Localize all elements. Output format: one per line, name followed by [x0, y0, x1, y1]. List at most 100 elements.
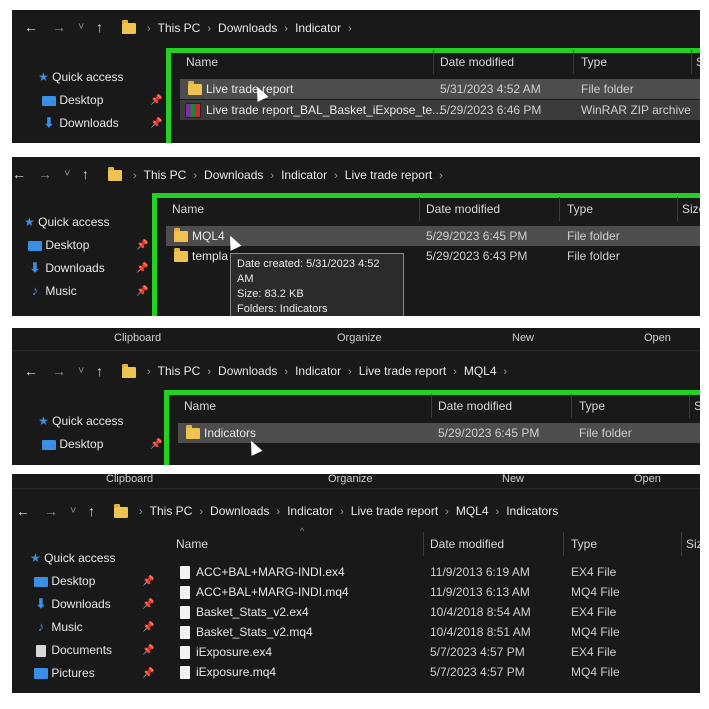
forward-button[interactable]: →	[44, 504, 58, 518]
sidebar-item-documents[interactable]: Documents	[34, 641, 112, 659]
breadcrumb: › This PC › Downloads › Indicator ›	[147, 21, 352, 35]
pin-icon: 📌	[150, 439, 163, 450]
column-header-type[interactable]: Type	[579, 394, 605, 418]
column-header-name[interactable]: Name	[176, 532, 208, 556]
forward-button[interactable]: →	[38, 167, 52, 181]
ribbon-clipboard: Clipboard	[106, 474, 154, 485]
sidebar-item-quick-access[interactable]: ★ Quick access	[38, 412, 123, 430]
list-item[interactable]: ACC+BAL+MARG-INDI.mq4 11/9/2013 6:13 AM …	[170, 582, 700, 602]
list-item[interactable]: iExposure.ex4 5/7/2023 4:57 PM EX4 File	[170, 642, 700, 662]
pin-icon: 📌	[142, 645, 155, 656]
star-icon: ★	[30, 551, 41, 565]
column-header-type[interactable]: Type	[571, 532, 597, 556]
breadcrumb-indicators[interactable]: Indicators	[506, 504, 558, 518]
column-header: Name Date modified Type S	[180, 50, 700, 74]
breadcrumb-indicator[interactable]: Indicator	[287, 504, 333, 518]
breadcrumb-this-pc[interactable]: This PC	[150, 504, 193, 518]
breadcrumb-this-pc[interactable]: This PC	[144, 168, 187, 182]
sidebar-item-desktop[interactable]: Desktop	[34, 572, 95, 590]
breadcrumb-live-trade-report[interactable]: Live trade report	[359, 364, 446, 378]
column-header-name[interactable]: Name	[172, 197, 204, 221]
breadcrumb-live-trade-report[interactable]: Live trade report	[351, 504, 438, 518]
folder-icon	[186, 425, 200, 439]
breadcrumb-mql4[interactable]: MQL4	[464, 364, 497, 378]
pin-icon: 📌	[136, 263, 149, 274]
file-icon	[180, 606, 190, 619]
sidebar-item-quick-access[interactable]: ★ Quick access	[30, 549, 115, 567]
breadcrumb-this-pc[interactable]: This PC	[158, 364, 201, 378]
forward-button[interactable]: →	[52, 20, 66, 34]
column-header-size[interactable]: S	[696, 50, 700, 74]
column-header-date[interactable]: Date modified	[430, 532, 504, 556]
sidebar-item-downloads[interactable]: ⬇ Downloads	[42, 114, 119, 132]
sidebar-item-music[interactable]: ♪ Music	[34, 618, 83, 636]
breadcrumb-downloads[interactable]: Downloads	[210, 504, 269, 518]
up-button[interactable]: ↑	[96, 20, 103, 34]
up-button[interactable]: ↑	[88, 504, 95, 518]
recent-locations-button[interactable]: ˅	[78, 20, 84, 34]
file-list: Name Date modified Type S Indicators 5/2…	[178, 394, 700, 465]
list-item[interactable]: Basket_Stats_v2.ex4 10/4/2018 8:54 AM EX…	[170, 602, 700, 622]
breadcrumb-downloads[interactable]: Downloads	[218, 21, 277, 35]
list-item[interactable]: iExposure.mq4 5/7/2023 4:57 PM MQ4 File	[170, 662, 700, 682]
up-button[interactable]: ↑	[96, 364, 103, 378]
navigation-pane: ★ Quick access Desktop 📌 ⬇ Downloads 📌	[38, 68, 168, 143]
download-arrow-icon: ⬇	[43, 115, 55, 130]
forward-button[interactable]: →	[52, 364, 66, 378]
list-item[interactable]: MQL4 5/29/2023 6:45 PM File folder	[166, 226, 700, 246]
column-header-name[interactable]: Name	[186, 50, 218, 74]
breadcrumb-this-pc[interactable]: This PC	[158, 21, 201, 35]
sidebar-item-desktop[interactable]: Desktop	[42, 91, 103, 109]
back-button[interactable]: ←	[16, 504, 30, 518]
back-button[interactable]: ←	[12, 167, 26, 181]
column-header-size[interactable]: S	[694, 394, 700, 418]
list-item[interactable]: ACC+BAL+MARG-INDI.ex4 11/9/2013 6:19 AM …	[170, 562, 700, 582]
sidebar-item-downloads[interactable]: ⬇ Downloads	[28, 259, 105, 277]
recent-locations-button[interactable]: ˅	[64, 167, 70, 181]
sidebar-item-music[interactable]: ♪ Music	[28, 282, 77, 300]
address-bar: ← → ˅ ↑ › This PC › Downloads › Indicator ›	[12, 12, 700, 42]
column-header-date[interactable]: Date modified	[440, 50, 514, 74]
column-header-type[interactable]: Type	[567, 197, 593, 221]
file-icon	[180, 646, 190, 659]
back-button[interactable]: ←	[24, 364, 38, 378]
breadcrumb: › This PC › Downloads › Indicator › Live trade …	[147, 364, 508, 378]
column-header-name[interactable]: Name	[184, 394, 216, 418]
pin-icon: 📌	[142, 622, 155, 633]
recent-locations-button[interactable]: ˅	[70, 504, 76, 518]
folder-icon	[122, 20, 136, 34]
column-header-type[interactable]: Type	[581, 50, 607, 74]
column-header-date[interactable]: Date modified	[426, 197, 500, 221]
breadcrumb-downloads[interactable]: Downloads	[204, 168, 263, 182]
column-header-date[interactable]: Date modified	[438, 394, 512, 418]
breadcrumb-live-trade-report[interactable]: Live trade report	[345, 168, 432, 182]
sidebar-item-desktop[interactable]: Desktop	[42, 435, 103, 453]
desktop-icon	[42, 95, 56, 106]
breadcrumb-indicator[interactable]: Indicator	[295, 364, 341, 378]
recent-locations-button[interactable]: ˅	[78, 364, 84, 378]
column-header-size[interactable]: Size	[682, 197, 700, 221]
folder-icon	[188, 81, 202, 95]
breadcrumb-indicator[interactable]: Indicator	[281, 168, 327, 182]
breadcrumb-downloads[interactable]: Downloads	[218, 364, 277, 378]
pin-icon: 📌	[136, 240, 149, 251]
address-bar: ← → ˅ ↑ › This PC › Downloads › Indicator › Liv…	[12, 159, 700, 189]
breadcrumb: › This PC › Downloads › Indicator › Live trade …	[133, 168, 443, 182]
sidebar-item-quick-access[interactable]: ★ Quick access	[38, 68, 123, 86]
ribbon-group-labels: Clipboard Organize New Open	[12, 474, 700, 489]
sidebar-item-pictures[interactable]: Pictures	[34, 664, 95, 682]
music-note-icon: ♪	[37, 619, 45, 634]
list-item[interactable]: Live trade report_BAL_Basket_iExpose_te.…	[180, 100, 700, 120]
sidebar-item-desktop[interactable]: Desktop	[28, 236, 89, 254]
address-bar: ← → ˅ ↑ › This PC › Downloads › Indicator › Liv…	[12, 356, 700, 386]
list-item[interactable]: Basket_Stats_v2.mq4 10/4/2018 8:51 AM MQ…	[170, 622, 700, 642]
breadcrumb-mql4[interactable]: MQL4	[456, 504, 489, 518]
sidebar-item-downloads[interactable]: ⬇ Downloads	[34, 595, 111, 613]
back-button[interactable]: ←	[24, 20, 38, 34]
sidebar-item-quick-access[interactable]: ★ Quick access	[24, 213, 109, 231]
up-button[interactable]: ↑	[82, 167, 89, 181]
column-header-size[interactable]: Size	[686, 532, 700, 556]
breadcrumb: › This PC › Downloads › Indicator › Live trade …	[139, 504, 559, 518]
breadcrumb-indicator[interactable]: Indicator	[295, 21, 341, 35]
ribbon-organize: Organize	[328, 474, 373, 485]
